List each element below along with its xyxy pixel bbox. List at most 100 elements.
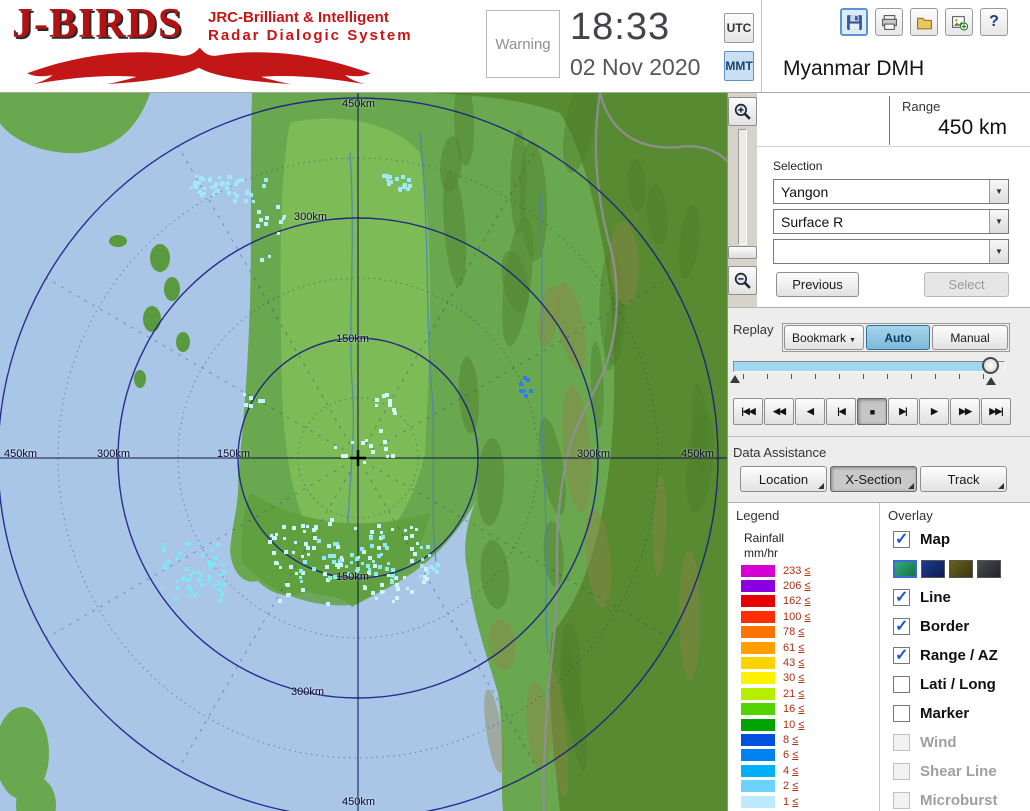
overlay-label: Shear Line bbox=[920, 763, 997, 780]
legend-color-swatch bbox=[741, 703, 775, 715]
help-button[interactable]: ? bbox=[980, 8, 1008, 36]
station-title: Myanmar DMH bbox=[783, 57, 924, 81]
step-back-button[interactable]: |◀ bbox=[826, 398, 856, 425]
track-button[interactable]: Track bbox=[920, 466, 1007, 492]
legend-threshold: 10 ≤ bbox=[783, 719, 804, 731]
checkbox[interactable] bbox=[893, 705, 910, 722]
timezone-mmt-button[interactable]: MMT bbox=[724, 51, 754, 81]
legend-entry: 2 ≤ bbox=[733, 778, 879, 793]
map-style-dark-gray[interactable] bbox=[977, 560, 1001, 578]
map-style-navy[interactable] bbox=[921, 560, 945, 578]
overlay-item-marker[interactable]: Marker bbox=[885, 699, 1030, 728]
fast-forward-button[interactable]: ▶▶ bbox=[950, 398, 980, 425]
chevron-down-icon[interactable]: ▼ bbox=[989, 240, 1008, 263]
zoom-slider-thumb[interactable] bbox=[728, 246, 757, 259]
chevron-down-icon[interactable]: ▼ bbox=[989, 210, 1008, 233]
play-button[interactable]: ▶ bbox=[919, 398, 949, 425]
zoom-out-button[interactable] bbox=[728, 266, 757, 295]
overlay-item-wind[interactable]: Wind bbox=[885, 728, 1030, 757]
radar-map-viewport[interactable]: 450km300km150km150km300km450km450km300km… bbox=[0, 93, 727, 811]
map-style-terrain-green[interactable] bbox=[893, 560, 917, 578]
app-logo-subtitle-1: JRC-Brilliant & Intelligent bbox=[208, 9, 389, 26]
checkbox[interactable] bbox=[893, 676, 910, 693]
warning-indicator[interactable]: Warning bbox=[486, 10, 560, 78]
range-label: Range bbox=[902, 99, 940, 114]
legend-color-swatch bbox=[741, 672, 775, 684]
rewind-button[interactable]: ◀◀ bbox=[764, 398, 794, 425]
chevron-down-icon[interactable]: ▼ bbox=[989, 180, 1008, 203]
checkbox[interactable] bbox=[893, 589, 910, 606]
overlay-item-map[interactable]: Map bbox=[885, 525, 1030, 554]
legend-threshold: 30 ≤ bbox=[783, 672, 804, 684]
checkbox[interactable] bbox=[893, 531, 910, 548]
chevron-down-icon: ▼ bbox=[849, 337, 856, 344]
map-style-swatches bbox=[885, 554, 1030, 583]
previous-button[interactable]: Previous bbox=[776, 272, 859, 297]
overlay-item-line[interactable]: Line bbox=[885, 583, 1030, 612]
overlay-label: Wind bbox=[920, 734, 957, 751]
print-icon bbox=[881, 14, 898, 31]
save-button[interactable] bbox=[840, 8, 868, 36]
legend-color-swatch bbox=[741, 657, 775, 669]
replay-timeline-progress bbox=[734, 362, 996, 371]
step-forward-button[interactable]: ▶| bbox=[888, 398, 918, 425]
legend-color-swatch bbox=[741, 719, 775, 731]
bookmark-label: Bookmark bbox=[792, 331, 846, 345]
legend-color-swatch bbox=[741, 734, 775, 746]
replay-timeline-thumb[interactable] bbox=[982, 357, 999, 374]
replay-label: Replay bbox=[733, 322, 773, 337]
replay-auto-button[interactable]: Auto bbox=[866, 325, 930, 350]
overlay-item-border[interactable]: Border bbox=[885, 612, 1030, 641]
app-logo-subtitle-2: Radar Dialogic System bbox=[208, 27, 413, 44]
overlay-checkbox-list: Map Line Border Range / AZLati / LongMarker… bbox=[885, 525, 1030, 811]
overlay-label: Border bbox=[920, 618, 969, 635]
add-image-button[interactable] bbox=[945, 8, 973, 36]
replay-timeline-slider[interactable] bbox=[733, 361, 1005, 372]
play-reverse-button[interactable]: ◀ bbox=[795, 398, 825, 425]
overlay-item-lati-long[interactable]: Lati / Long bbox=[885, 670, 1030, 699]
overlay-item-range-az[interactable]: Range / AZ bbox=[885, 641, 1030, 670]
section-divider bbox=[757, 146, 1030, 147]
section-divider bbox=[728, 436, 1030, 437]
legend-color-swatch bbox=[741, 565, 775, 577]
location-button[interactable]: Location bbox=[740, 466, 827, 492]
timeline-end-marker bbox=[986, 377, 996, 385]
timezone-utc-button[interactable]: UTC bbox=[724, 13, 754, 43]
zoom-in-button[interactable] bbox=[728, 97, 757, 126]
legend-entry: 233 ≤ bbox=[733, 563, 879, 578]
checkbox[interactable] bbox=[893, 618, 910, 635]
print-button[interactable] bbox=[875, 8, 903, 36]
timeline-start-marker bbox=[730, 375, 740, 383]
bookmark-button[interactable]: Bookmark▼ bbox=[784, 325, 864, 350]
zoom-slider-track[interactable] bbox=[738, 129, 747, 245]
jump-end-button[interactable]: ▶▶| bbox=[981, 398, 1011, 425]
stop-button[interactable]: ■ bbox=[857, 398, 887, 425]
legend-color-swatch bbox=[741, 780, 775, 792]
overlay-item-shear-line[interactable]: Shear Line bbox=[885, 757, 1030, 786]
legend-entry: 1 ≤ bbox=[733, 794, 879, 809]
legend-overlay-divider bbox=[879, 503, 880, 811]
jump-start-button[interactable]: |◀◀ bbox=[733, 398, 763, 425]
checkbox[interactable] bbox=[893, 647, 910, 664]
extra-dropdown[interactable]: ▼ bbox=[773, 239, 1009, 264]
product-dropdown[interactable]: Surface R ▼ bbox=[773, 209, 1009, 234]
open-folder-button[interactable] bbox=[910, 8, 938, 36]
clock-date: 02 Nov 2020 bbox=[570, 54, 700, 81]
overlay-item-microburst[interactable]: Microburst bbox=[885, 786, 1030, 811]
replay-manual-button[interactable]: Manual bbox=[932, 325, 1008, 350]
legend-subtitle-unit: mm/hr bbox=[744, 546, 778, 560]
legend-threshold: 61 ≤ bbox=[783, 642, 804, 654]
overlay-title: Overlay bbox=[888, 508, 933, 523]
x-section-button[interactable]: X-Section bbox=[830, 466, 917, 492]
legend-color-swatch bbox=[741, 749, 775, 761]
map-style-olive[interactable] bbox=[949, 560, 973, 578]
clock-time: 18:33 bbox=[570, 6, 670, 49]
selection-label: Selection bbox=[773, 159, 822, 173]
dropdown-corner-icon bbox=[818, 483, 824, 489]
legend-entry: 4 ≤ bbox=[733, 763, 879, 778]
legend-color-swatch bbox=[741, 580, 775, 592]
product-dropdown-value: Surface R bbox=[781, 214, 843, 230]
site-dropdown[interactable]: Yangon ▼ bbox=[773, 179, 1009, 204]
select-button[interactable]: Select bbox=[924, 272, 1009, 297]
header-divider bbox=[761, 0, 762, 92]
